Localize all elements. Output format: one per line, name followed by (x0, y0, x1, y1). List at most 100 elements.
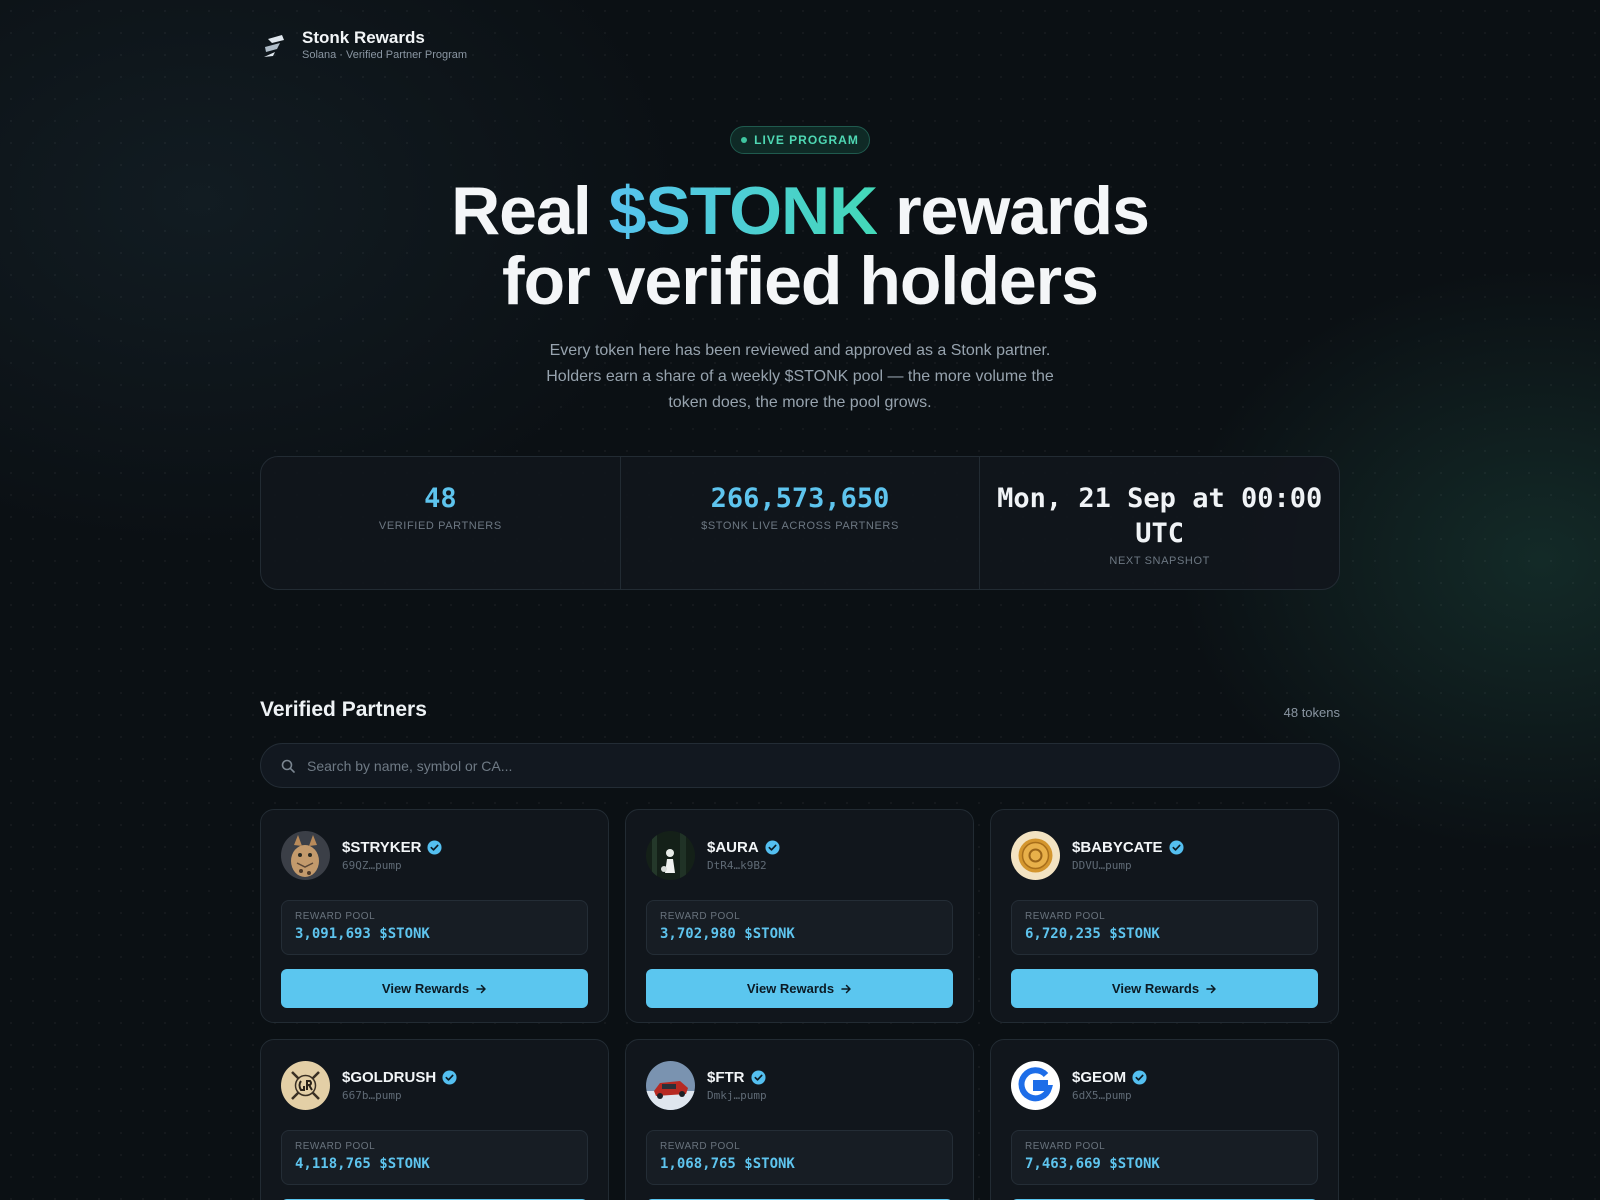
token-symbol: $GOLDRUSH (342, 1068, 437, 1086)
card-header: $GEOM 6dX5…pump (1011, 1060, 1318, 1110)
partner-card: $AURA DtR4…k9B2 REWARD POOL 3,702,980 $S… (625, 809, 974, 1023)
symbol-row: $AURA (707, 839, 780, 856)
symbol-row: $FTR (707, 1069, 767, 1086)
hero-title-post: rewards (877, 173, 1150, 249)
brand-title: Stonk Rewards (302, 28, 425, 47)
token-symbol: $AURA (707, 838, 759, 856)
stat-value: 266,573,650 (710, 483, 890, 514)
brand-text: Stonk Rewards Solana · Verified Partner … (302, 28, 467, 62)
hero-title: Real $STONK rewards for verified holders (260, 176, 1340, 316)
reward-pool-value: 6,720,235 $STONK (1025, 926, 1160, 942)
stonk-logo-icon (264, 35, 284, 57)
reward-pool-value: 4,118,765 $STONK (295, 1156, 430, 1172)
contract-address[interactable]: 6dX5…pump (1072, 1089, 1147, 1102)
gold-coin-icon (1011, 830, 1060, 880)
partner-card: $STRYKER 69QZ…pump REWARD POOL 3,091,693… (260, 809, 609, 1023)
token-info: $AURA DtR4…k9B2 (707, 839, 780, 872)
card-header: $GOLDRUSH 667b…pump (281, 1060, 588, 1110)
stat-stonk-live: 266,573,650 $STONK LIVE ACROSS PARTNERS (619, 457, 980, 589)
g-logo-avatar (1011, 1060, 1060, 1110)
token-symbol: $STRYKER (342, 838, 422, 856)
view-rewards-button[interactable]: View Rewards (1011, 969, 1318, 1008)
view-rewards-button[interactable]: View Rewards (281, 969, 588, 1008)
forest-figure-avatar (646, 830, 695, 880)
red-car-icon (646, 1060, 695, 1110)
partner-grid: $STRYKER 69QZ…pump REWARD POOL 3,091,693… (260, 809, 1340, 1200)
button-label: View Rewards (746, 981, 835, 996)
verified-check-icon (750, 1069, 766, 1085)
stats-panel: 48 VERIFIED PARTNERS 266,573,650 $STONK … (260, 456, 1340, 590)
contract-address[interactable]: DDVU…pump (1072, 859, 1184, 872)
reward-pool-value: 7,463,669 $STONK (1025, 1156, 1160, 1172)
view-rewards-button[interactable]: View Rewards (646, 969, 953, 1008)
verified-check-icon (765, 839, 780, 855)
cat-photo-avatar (281, 830, 330, 880)
gr-monogram-avatar (281, 1060, 330, 1110)
stat-next-snapshot: Mon, 21 Sep at 00:00 UTC NEXT SNAPSHOT (979, 457, 1339, 589)
gold-coin-avatar (1011, 830, 1060, 880)
token-symbol: $GEOM (1072, 1068, 1127, 1086)
button-label: View Rewards (1111, 981, 1200, 996)
badge-label: LIVE PROGRAM (754, 133, 859, 147)
hero-title-pre: Real (451, 173, 609, 249)
stat-verified-partners: 48 VERIFIED PARTNERS (261, 457, 620, 589)
hero-description: Every token here has been reviewed and a… (546, 342, 1054, 411)
token-info: $FTR Dmkj…pump (707, 1069, 767, 1102)
live-dot-icon (741, 137, 748, 143)
cat-photo-icon (281, 830, 330, 880)
verified-check-icon (1132, 1069, 1147, 1085)
verified-check-icon (1169, 839, 1184, 855)
reward-pool-label: REWARD POOL (295, 1141, 376, 1152)
reward-pool-label: REWARD POOL (295, 911, 376, 922)
reward-pool-label: REWARD POOL (660, 1141, 741, 1152)
card-header: $FTR Dmkj…pump (646, 1060, 953, 1110)
brand[interactable]: Stonk Rewards Solana · Verified Partner … (260, 28, 467, 62)
search-input[interactable] (307, 757, 1339, 774)
search-icon (281, 759, 295, 773)
reward-pool-box: REWARD POOL 3,091,693 $STONK (281, 900, 588, 955)
card-header: $AURA DtR4…k9B2 (646, 830, 953, 880)
reward-pool-box: REWARD POOL 3,702,980 $STONK (646, 900, 953, 955)
card-header: $BABYCATE DDVU…pump (1011, 830, 1318, 880)
token-info: $GOLDRUSH 667b…pump (342, 1069, 457, 1102)
reward-pool-box: REWARD POOL 6,720,235 $STONK (1011, 900, 1318, 955)
search-bar[interactable] (260, 743, 1340, 788)
partner-card: $GEOM 6dX5…pump REWARD POOL 7,463,669 $S… (990, 1039, 1339, 1200)
partner-card: $GOLDRUSH 667b…pump REWARD POOL 4,118,76… (260, 1039, 609, 1200)
token-info: $GEOM 6dX5…pump (1072, 1069, 1147, 1102)
contract-address[interactable]: DtR4…k9B2 (707, 859, 780, 872)
g-logo-icon (1011, 1060, 1060, 1110)
token-info: $STRYKER 69QZ…pump (342, 839, 442, 872)
verified-check-icon (427, 839, 442, 855)
reward-pool-label: REWARD POOL (1025, 1141, 1106, 1152)
reward-pool-box: REWARD POOL 7,463,669 $STONK (1011, 1130, 1318, 1185)
reward-pool-label: REWARD POOL (660, 911, 741, 922)
symbol-row: $GOLDRUSH (342, 1069, 457, 1086)
contract-address[interactable]: Dmkj…pump (707, 1089, 767, 1102)
section-title: Verified Partners (260, 698, 427, 721)
contract-address[interactable]: 667b…pump (342, 1089, 457, 1102)
card-header: $STRYKER 69QZ…pump (281, 830, 588, 880)
brand-subtitle: Solana · Verified Partner Program (302, 49, 468, 61)
stat-label: NEXT SNAPSHOT (1109, 555, 1210, 567)
token-symbol: $BABYCATE (1072, 838, 1163, 856)
contract-address[interactable]: 69QZ…pump (342, 859, 442, 872)
symbol-row: $STRYKER (342, 839, 442, 856)
partner-card: $BABYCATE DDVU…pump REWARD POOL 6,720,23… (990, 809, 1339, 1023)
symbol-row: $BABYCATE (1072, 839, 1184, 856)
reward-pool-value: 3,091,693 $STONK (295, 926, 430, 942)
token-symbol: $FTR (707, 1068, 745, 1086)
forest-figure-icon (646, 830, 695, 880)
stat-label: VERIFIED PARTNERS (378, 520, 502, 532)
arrow-right-icon (1206, 984, 1216, 993)
red-car-avatar (646, 1060, 695, 1110)
arrow-right-icon (841, 984, 851, 993)
hero-title-accent: $STONK (608, 173, 879, 249)
verified-check-icon (442, 1069, 457, 1085)
button-label: View Rewards (381, 981, 470, 996)
stat-value: Mon, 21 Sep at 00:00 UTC (997, 483, 1323, 549)
arrow-right-icon (476, 984, 486, 993)
reward-pool-box: REWARD POOL 1,068,765 $STONK (646, 1130, 953, 1185)
token-info: $BABYCATE DDVU…pump (1072, 839, 1184, 872)
symbol-row: $GEOM (1072, 1069, 1147, 1086)
